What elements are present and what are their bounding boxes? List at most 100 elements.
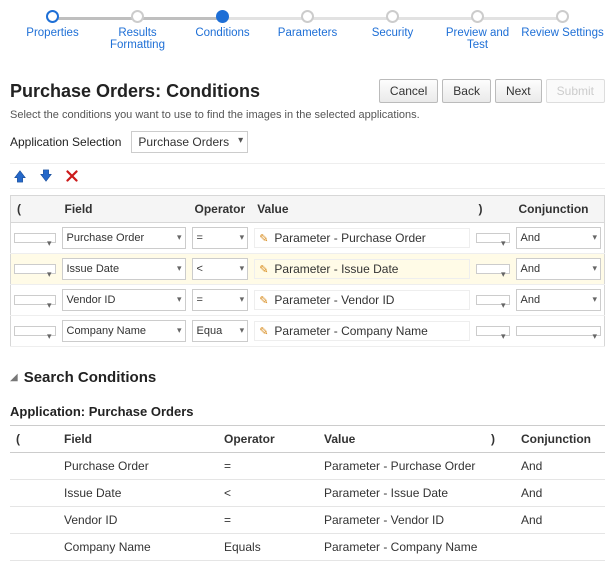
srow-value: Parameter - Issue Date [318,480,485,507]
operator-dropdown[interactable]: = [192,227,249,249]
cancel-button[interactable]: Cancel [379,79,438,103]
srow-open [10,480,58,507]
search-conditions-title: Search Conditions [24,369,157,386]
close-paren-dropdown[interactable] [476,295,510,305]
srow-open [10,534,58,561]
step-label: Review Settings [521,27,603,39]
field-dropdown[interactable]: Vendor ID [62,289,186,311]
move-up-icon[interactable] [12,168,28,184]
srow-close [485,480,515,507]
step-label: Preview and Test [435,27,520,51]
open-paren-dropdown[interactable] [14,233,56,243]
wizard-stepper: Properties Results FormattingConditionsPa… [10,8,605,61]
srow-op: < [218,480,318,507]
step-circle-icon [131,10,144,23]
conjunction-dropdown[interactable]: And [516,289,602,311]
step-label: Security [372,27,414,39]
srow-field: Vendor ID [58,507,218,534]
app-selection-dropdown[interactable]: Purchase Orders [131,131,248,153]
step-connector [53,17,138,20]
srow-value: Parameter - Purchase Order [318,453,485,480]
col-field: Field [59,196,189,223]
pencil-icon: ✎ [259,263,268,276]
value-text: Parameter - Vendor ID [274,293,394,307]
step-connector [223,17,308,20]
step-circle-icon [386,10,399,23]
page-title: Purchase Orders: Conditions [10,81,260,102]
srow-conj [515,534,605,561]
step-connector [478,17,563,20]
app-selection-row: Application Selection Purchase Orders [10,131,605,153]
condition-row: Purchase Order =✎Parameter - Purchase Ord… [11,223,605,254]
conditions-toolbar [10,163,605,189]
step-review-settings[interactable]: Review Settings [520,10,605,39]
close-paren-dropdown[interactable] [476,233,510,243]
step-circle-icon [216,10,229,23]
operator-dropdown[interactable]: = [192,289,249,311]
col-open: ( [11,196,59,223]
page-subtext: Select the conditions you want to use to… [10,109,605,121]
search-row: Issue Date<Parameter - Issue DateAnd [10,480,605,507]
search-row: Vendor ID=Parameter - Vendor ID And [10,507,605,534]
search-app-subheading: Application: Purchase Orders [10,404,605,419]
step-connector [308,17,393,20]
field-dropdown[interactable]: Company Name [62,320,186,342]
scol-close: ) [485,426,515,453]
value-cell[interactable]: ✎ Parameter - Vendor ID [254,290,469,310]
srow-op: = [218,507,318,534]
step-connector [138,17,223,20]
submit-button: Submit [546,79,605,103]
next-button[interactable]: Next [495,79,542,103]
open-paren-dropdown[interactable] [14,264,56,274]
srow-conj: And [515,507,605,534]
srow-close [485,507,515,534]
scol-value: Value [318,426,485,453]
step-label: Results Formatting [95,27,180,51]
srow-value: Parameter - Company Name [318,534,485,561]
step-label: Properties [26,27,78,39]
close-paren-dropdown[interactable] [476,326,510,336]
srow-conj: And [515,453,605,480]
value-cell[interactable]: ✎Parameter - Company Name [254,321,469,341]
step-properties[interactable]: Properties [10,10,95,39]
value-cell[interactable]: ✎Parameter - Issue Date [254,259,469,279]
pencil-icon: ✎ [259,294,268,307]
col-close: ) [473,196,513,223]
app-selection-value: Purchase Orders [138,135,229,149]
back-button[interactable]: Back [442,79,491,103]
value-text: Parameter - Company Name [274,324,427,338]
conjunction-dropdown[interactable] [516,326,602,336]
search-row: Company NameEqualsParameter - Company Na… [10,534,605,561]
field-dropdown[interactable]: Issue Date [62,258,186,280]
conjunction-dropdown[interactable]: And [516,227,602,249]
delete-icon[interactable] [64,168,80,184]
step-circle-icon [46,10,59,23]
step-conditions[interactable]: Conditions [180,10,265,39]
search-conditions-heading[interactable]: ◢ Search Conditions [10,369,605,386]
srow-field: Issue Date [58,480,218,507]
move-down-icon[interactable] [38,168,54,184]
scol-conj: Conjunction [515,426,605,453]
step-circle-icon [556,10,569,23]
step-connector [393,17,478,20]
condition-row: Company Name Equa✎Parameter - Company Nam… [11,316,605,347]
close-paren-dropdown[interactable] [476,264,510,274]
srow-open [10,507,58,534]
srow-op: = [218,453,318,480]
srow-field: Purchase Order [58,453,218,480]
col-value: Value [251,196,472,223]
step-parameters[interactable]: Parameters [265,10,350,39]
open-paren-dropdown[interactable] [14,295,56,305]
operator-dropdown[interactable]: < [192,258,249,280]
operator-dropdown[interactable]: Equa [192,320,249,342]
scol-open: ( [10,426,58,453]
value-text: Parameter - Purchase Order [274,231,425,245]
open-paren-dropdown[interactable] [14,326,56,336]
srow-value: Parameter - Vendor ID [318,507,485,534]
step-security[interactable]: Security [350,10,435,39]
conjunction-dropdown[interactable]: And [516,258,602,280]
srow-op: Equals [218,534,318,561]
field-dropdown[interactable]: Purchase Order [62,227,186,249]
condition-row: Issue Date <✎Parameter - Issue Date And [11,254,605,285]
value-cell[interactable]: ✎Parameter - Purchase Order [254,228,469,248]
